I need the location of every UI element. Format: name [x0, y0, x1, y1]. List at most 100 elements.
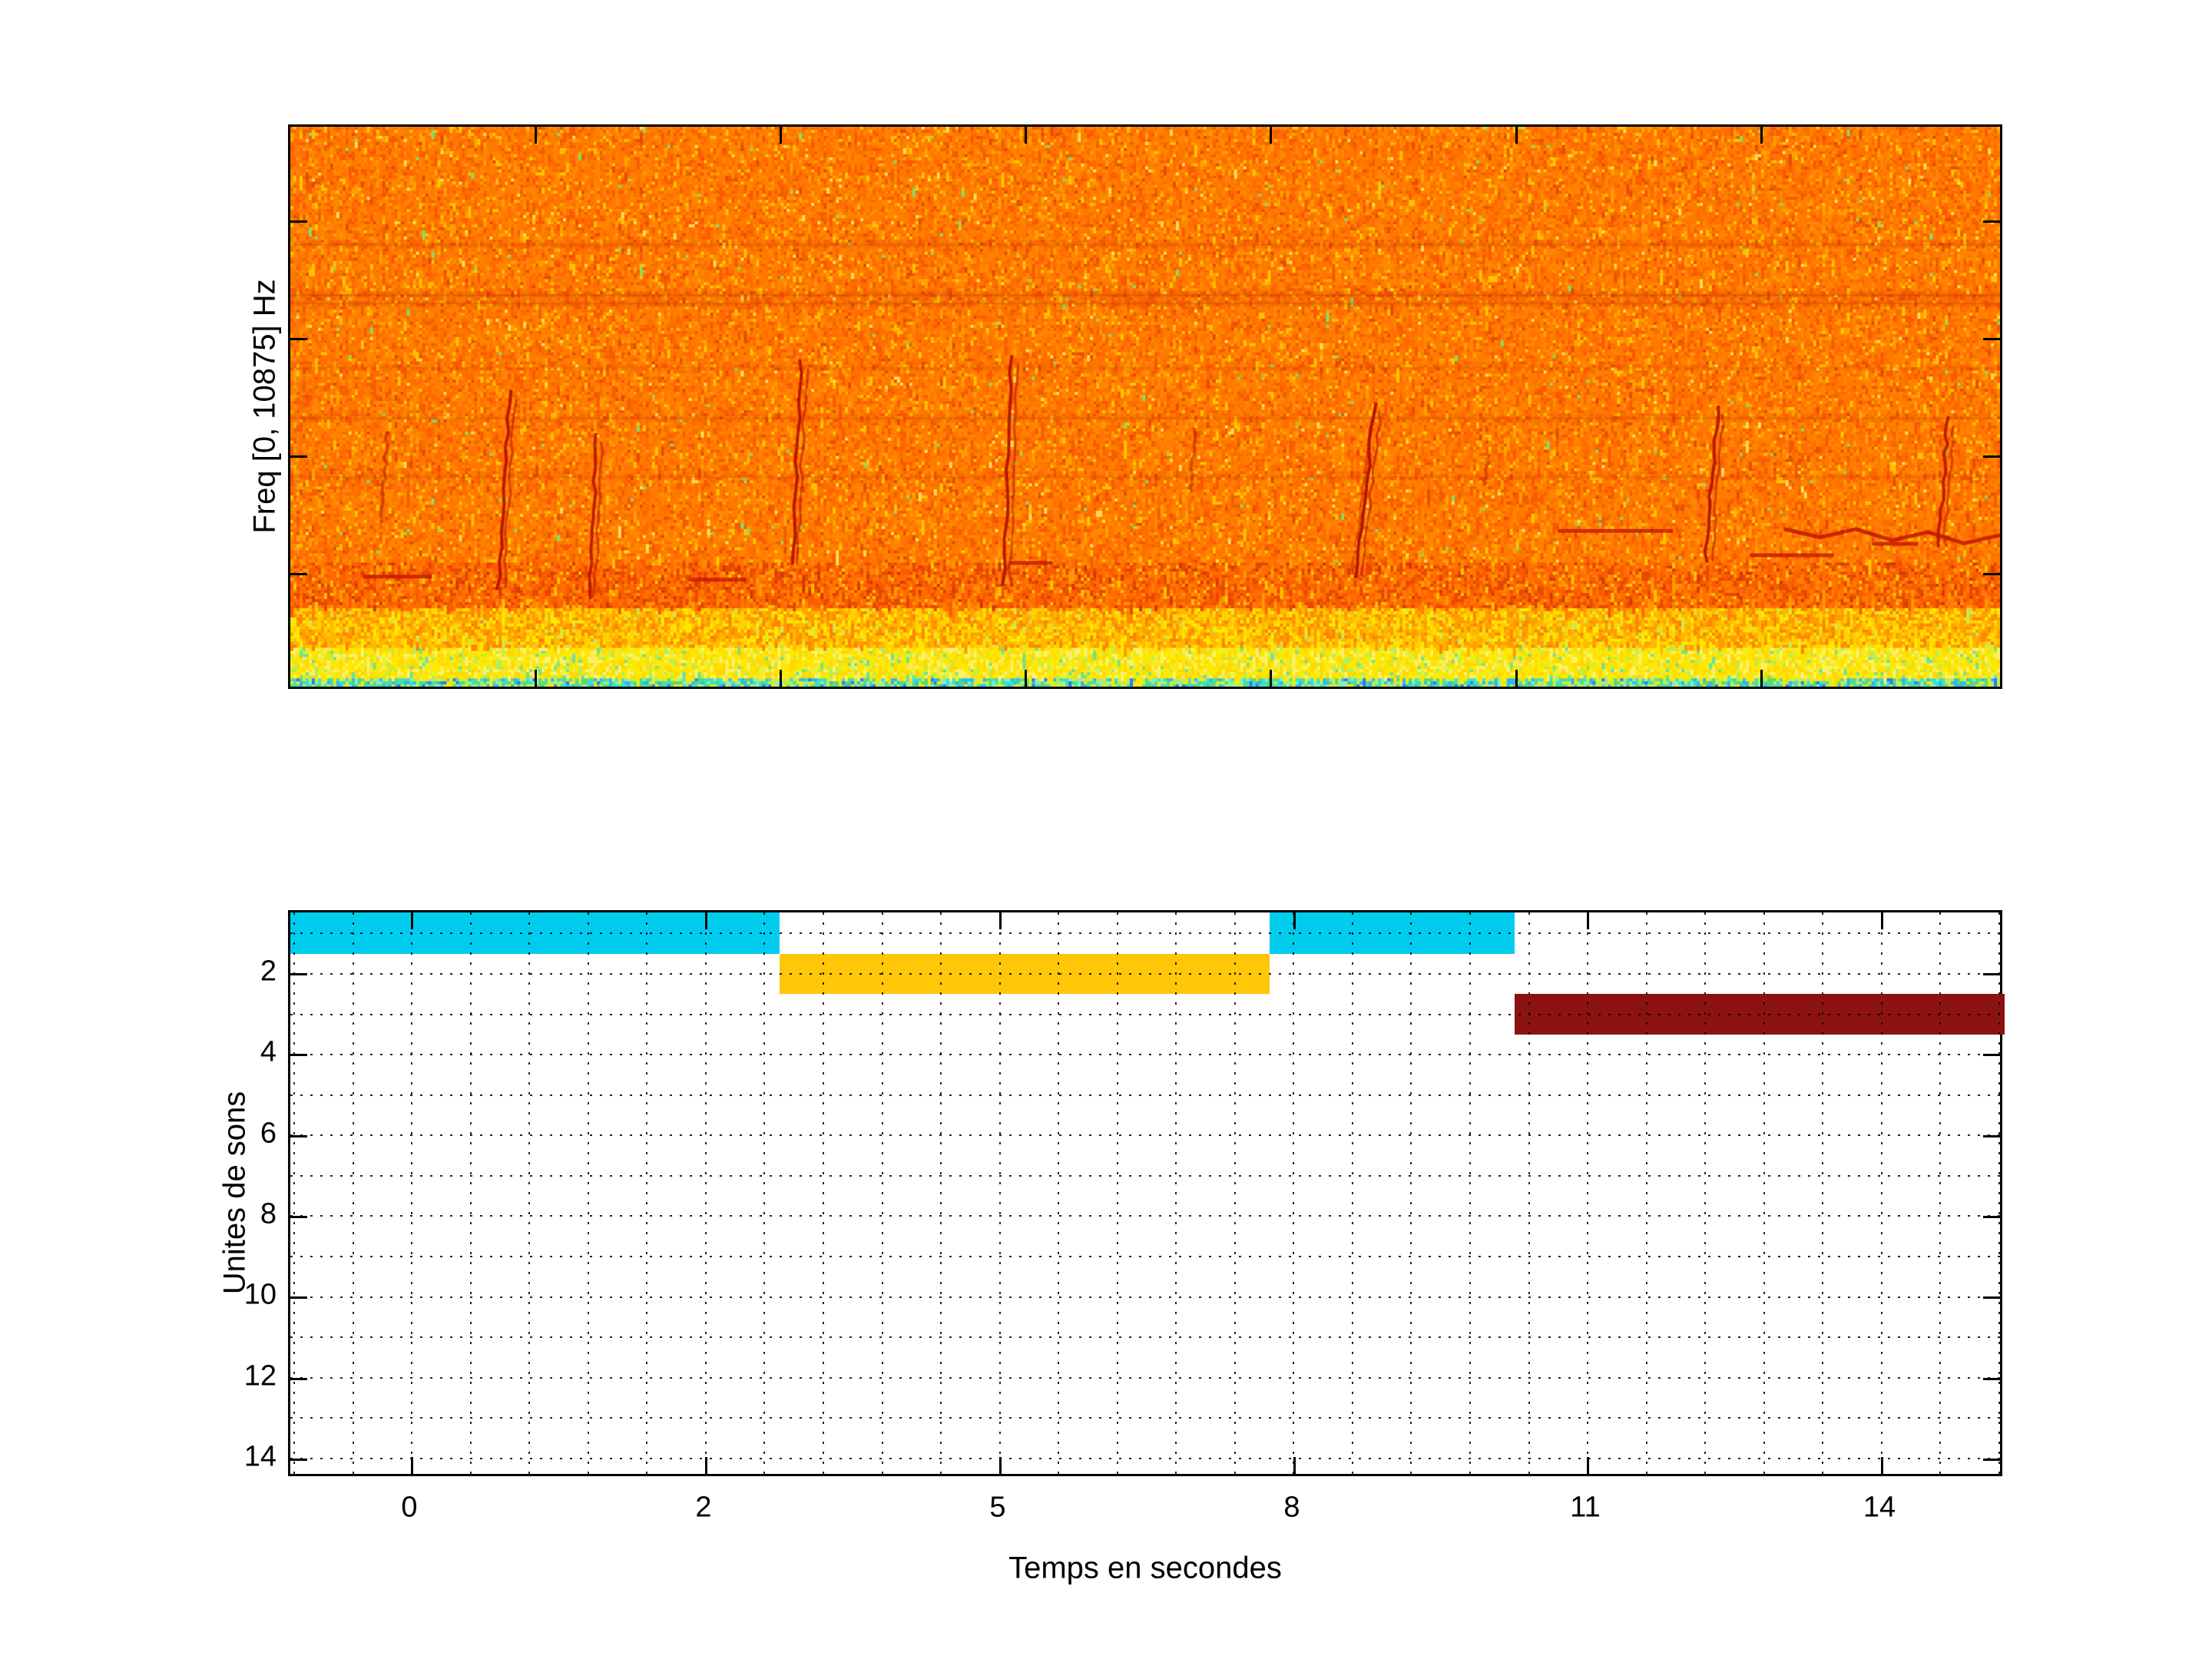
x-tick-mark: [1515, 670, 1518, 687]
y-tick-mark: [290, 1135, 307, 1137]
x-tick-mark: [1587, 1457, 1589, 1474]
y-tick-mark: [1983, 338, 2000, 340]
x-tick-mark: [1760, 670, 1763, 687]
y-tick-label: 12: [244, 1360, 276, 1393]
x-tick-mark: [1025, 127, 1027, 144]
x-tick-mark: [999, 1457, 1002, 1474]
x-tick-mark: [780, 670, 782, 687]
x-tick-mark: [1270, 670, 1272, 687]
y-tick-mark: [290, 1296, 307, 1299]
y-tick-mark: [290, 220, 307, 223]
events-grid-vline: [1117, 912, 1118, 1474]
events-grid-vline: [1058, 912, 1059, 1474]
events-grid-vline: [1528, 912, 1530, 1474]
events-grid-hline: [290, 1458, 2000, 1459]
x-tick-mark: [705, 1457, 707, 1474]
y-tick-mark: [1983, 1054, 2000, 1056]
y-tick-label: 14: [244, 1441, 276, 1474]
events-grid-hline: [290, 1417, 2000, 1419]
y-tick-mark: [290, 1459, 307, 1461]
x-tick-mark: [705, 912, 707, 929]
y-tick-mark: [1983, 1135, 2000, 1137]
x-tick-label: 11: [1570, 1492, 1600, 1525]
y-tick-mark: [1983, 455, 2000, 458]
y-tick-mark: [290, 973, 307, 975]
y-tick-label: 4: [260, 1036, 276, 1069]
x-tick-mark: [1270, 127, 1272, 144]
events-grid-hline: [290, 1054, 2000, 1055]
x-tick-mark: [535, 127, 537, 144]
x-tick-mark: [1515, 127, 1518, 144]
x-tick-mark: [411, 912, 413, 929]
x-tick-mark: [1881, 912, 1883, 929]
y-tick-mark: [290, 573, 307, 575]
y-tick-mark: [290, 455, 307, 458]
y-tick-label: 10: [244, 1279, 276, 1312]
events-grid-hline: [290, 932, 2000, 934]
events-grid-vline: [293, 912, 295, 1474]
y-tick-label: 2: [260, 955, 276, 988]
x-tick-mark: [535, 670, 537, 687]
events-grid-vline: [1234, 912, 1236, 1474]
events-grid-vline: [1939, 912, 1941, 1474]
events-grid-vline: [763, 912, 765, 1474]
x-tick-mark: [1293, 912, 1296, 929]
x-tick-mark: [999, 912, 1002, 929]
events-ylabel: Unites de sons: [218, 1091, 253, 1295]
events-grid-vline: [705, 912, 707, 1474]
events-grid-vline: [470, 912, 472, 1474]
events-grid-hline: [290, 1256, 2000, 1257]
x-tick-label: 5: [989, 1492, 1005, 1525]
events-grid-hline: [290, 1175, 2000, 1177]
events-grid-vline: [1293, 912, 1294, 1474]
events-grid-vline: [1763, 912, 1765, 1474]
y-tick-mark: [290, 338, 307, 340]
y-tick-mark: [1983, 1216, 2000, 1218]
y-tick-label: 6: [260, 1118, 276, 1151]
y-tick-mark: [1983, 573, 2000, 575]
x-tick-label: 8: [1283, 1492, 1300, 1525]
events-grid-vline: [882, 912, 883, 1474]
events-grid-vline: [1704, 912, 1706, 1474]
x-tick-mark: [1293, 1457, 1296, 1474]
events-grid-vline: [1410, 912, 1412, 1474]
events-grid-vline: [528, 912, 530, 1474]
events-grid-vline: [823, 912, 824, 1474]
events-grid-vline: [1822, 912, 1823, 1474]
events-grid-hline: [290, 1014, 2000, 1015]
events-grid-vline: [1175, 912, 1177, 1474]
y-tick-mark: [1983, 1296, 2000, 1299]
events-grid-vline: [1469, 912, 1471, 1474]
x-tick-mark: [1025, 670, 1027, 687]
events-grid-vline: [1587, 912, 1588, 1474]
events-grid-hline: [290, 1134, 2000, 1136]
events-grid-vline: [940, 912, 942, 1474]
events-grid-vline: [1881, 912, 1883, 1474]
y-tick-mark: [290, 1378, 307, 1380]
events-plot: [288, 910, 2002, 1476]
y-tick-mark: [290, 1054, 307, 1056]
matlab-figure: Freq [0, 10875] Hz Unites de sons Temps …: [0, 0, 2212, 1659]
x-tick-mark: [411, 1457, 413, 1474]
x-tick-mark: [780, 127, 782, 144]
events-grid-vline: [1646, 912, 1647, 1474]
events-grid-hline: [290, 1215, 2000, 1217]
x-tick-label: 0: [401, 1492, 417, 1525]
x-tick-label: 2: [695, 1492, 711, 1525]
spectrogram-plot: [288, 124, 2002, 689]
spectrogram-ylabel: Freq [0, 10875] Hz: [248, 279, 283, 533]
x-tick-label: 14: [1863, 1492, 1896, 1525]
x-tick-mark: [1587, 912, 1589, 929]
spectrogram-image: [290, 127, 2000, 687]
y-tick-mark: [1983, 220, 2000, 223]
events-grid-vline: [646, 912, 647, 1474]
events-grid-hline: [290, 973, 2000, 975]
events-grid-vline: [411, 912, 412, 1474]
events-grid-vline: [1998, 912, 2000, 1474]
y-tick-mark: [290, 1216, 307, 1218]
y-tick-mark: [1983, 1459, 2000, 1461]
events-grid-hline: [290, 1377, 2000, 1379]
y-tick-mark: [1983, 973, 2000, 975]
events-grid-hline: [290, 1336, 2000, 1338]
events-grid-vline: [1352, 912, 1353, 1474]
